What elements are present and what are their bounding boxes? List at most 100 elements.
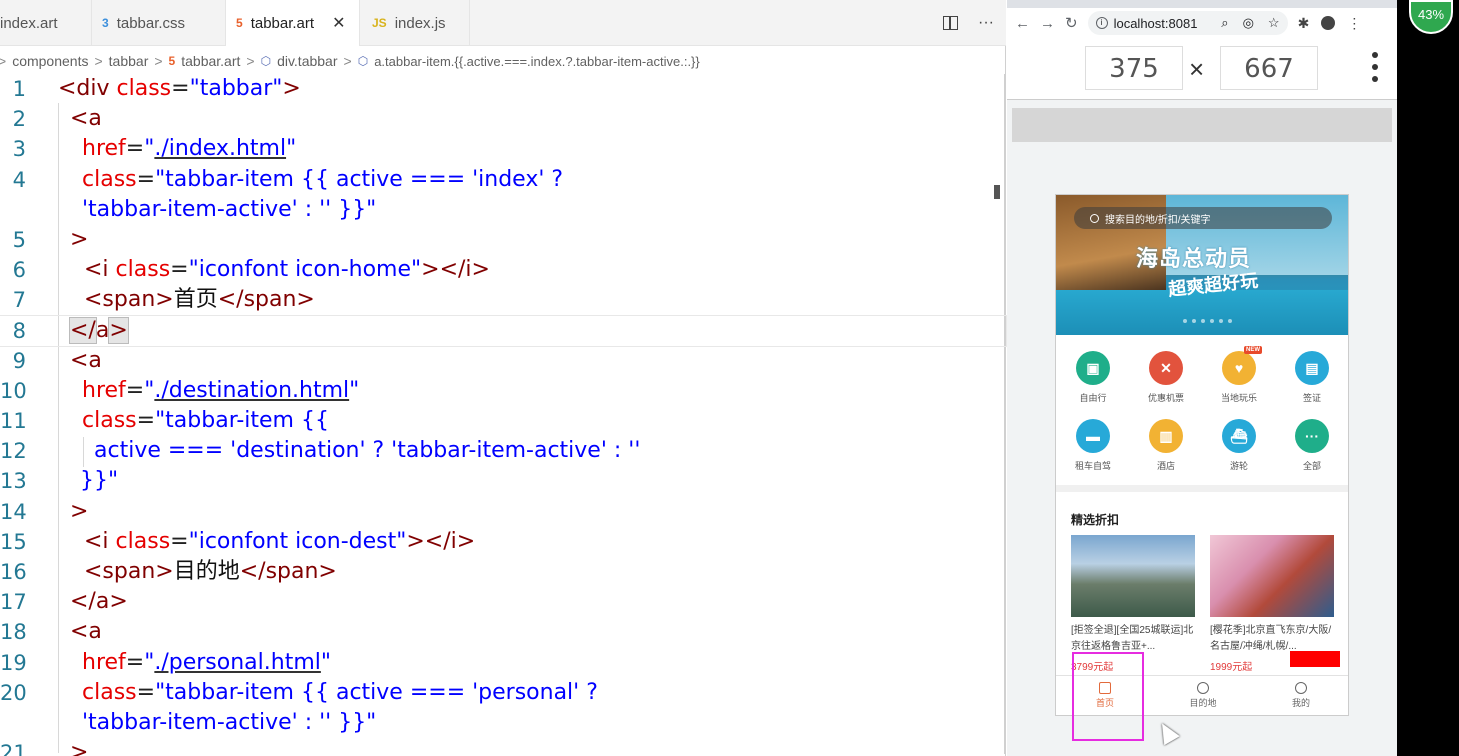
- eye-slash-icon[interactable]: ◎: [1243, 15, 1254, 31]
- split-editor-icon[interactable]: [943, 16, 959, 30]
- code-line: 21 >: [0, 738, 1006, 756]
- code-text: >: [70, 498, 89, 524]
- category-item[interactable]: ··· 全部: [1275, 419, 1348, 472]
- times-icon: ×: [1189, 54, 1205, 84]
- tab-destination[interactable]: 目的地: [1154, 682, 1252, 709]
- tab-index-js[interactable]: JS index.js: [360, 0, 470, 46]
- suitcase-icon: ▣: [1076, 351, 1110, 385]
- chevron-right-icon: >: [154, 53, 163, 69]
- deal-image: [1071, 535, 1195, 617]
- line-number: 5: [12, 227, 26, 252]
- code-text: >: [70, 226, 89, 252]
- browser-tab-strip: [1007, 0, 1397, 8]
- more-options-icon[interactable]: [1372, 52, 1380, 88]
- category-label: 租车自驾: [1074, 461, 1111, 471]
- breadcrumb-item[interactable]: tabbar.art: [181, 53, 240, 69]
- code-text: <i class="iconfont icon-home"></i>: [84, 257, 490, 283]
- search-bar[interactable]: 搜索目的地/折扣/关键字: [1074, 207, 1332, 229]
- tab-tabbar-css[interactable]: 3 tabbar.css: [92, 0, 226, 46]
- toolbar-icons: ✱ ⋮: [1298, 15, 1362, 32]
- line-number: 1: [12, 77, 26, 101]
- code-text: href="./destination.html": [82, 377, 360, 403]
- line-number: 8: [12, 318, 26, 343]
- code-text: >: [70, 740, 89, 756]
- line-number: 12: [0, 439, 27, 464]
- car-icon: ▬: [1076, 419, 1110, 453]
- code-line-current: 8 </a>: [0, 314, 1007, 347]
- chevron-right-icon: >: [246, 53, 255, 69]
- code-line: 12 active === 'destination' ? 'tabbar-it…: [0, 436, 1006, 466]
- code-line: 7 <span>首页</span>: [0, 285, 1006, 315]
- line-number: 19: [0, 650, 27, 675]
- section-title: 精选折扣: [1071, 513, 1120, 527]
- code-text: class="tabbar-item {{ active === 'person…: [82, 679, 598, 705]
- line-number: 18: [0, 620, 27, 645]
- chevron-right-icon: >: [0, 53, 7, 69]
- tab-tabbar-art[interactable]: 5 tabbar.art ✕: [226, 0, 360, 46]
- category-item[interactable]: ▬ 租车自驾: [1056, 419, 1130, 472]
- address-bar[interactable]: i localhost:8081 ⌕ ◎ ☆: [1087, 11, 1288, 35]
- zoom-icon[interactable]: ⌕: [1221, 15, 1228, 31]
- code-text: class="tabbar-item {{ active === 'index'…: [82, 166, 564, 192]
- code-line: 6 <i class="iconfont icon-home"></i>: [0, 255, 1006, 285]
- breadcrumb-item[interactable]: a.tabbar-item.{{.active.===.index.?.tabb…: [374, 54, 700, 69]
- width-input[interactable]: 375: [1085, 46, 1183, 90]
- line-number: 20: [0, 680, 27, 705]
- reload-icon[interactable]: ↻: [1065, 14, 1078, 32]
- chevron-right-icon: >: [94, 53, 103, 69]
- ship-icon: ⛴: [1222, 419, 1256, 453]
- breadcrumb-item[interactable]: tabbar: [109, 53, 149, 69]
- code-text: <a: [70, 347, 102, 373]
- tab-label: 目的地: [1189, 698, 1217, 708]
- code-text: active === 'destination' ? 'tabbar-item-…: [94, 438, 641, 464]
- forward-icon[interactable]: →: [1040, 15, 1055, 32]
- code-line: 11 class="tabbar-item {{: [0, 406, 1006, 436]
- line-number: 2: [12, 107, 26, 132]
- tab-label: tabbar.art: [250, 14, 315, 32]
- height-input[interactable]: 667: [1220, 46, 1318, 90]
- line-number: 9: [12, 348, 26, 373]
- back-icon[interactable]: ←: [1015, 15, 1030, 32]
- deal-image: [1210, 535, 1334, 617]
- more-actions-icon[interactable]: ···: [978, 14, 994, 32]
- tab-label: tabbar.css: [116, 14, 186, 32]
- search-placeholder: 搜索目的地/折扣/关键字: [1105, 214, 1211, 226]
- extensions-icon[interactable]: ✱: [1298, 15, 1310, 32]
- category-item[interactable]: ⛴ 游轮: [1202, 419, 1276, 472]
- tab-personal[interactable]: 我的: [1252, 682, 1348, 709]
- breadcrumb-item[interactable]: div.tabbar: [277, 53, 337, 69]
- category-label: 自由行: [1079, 393, 1107, 403]
- profile-icon[interactable]: [1321, 16, 1336, 30]
- category-item[interactable]: ▤ 签证: [1275, 351, 1348, 404]
- code-line: 5 >: [0, 225, 1006, 255]
- category-item[interactable]: ✕ 优惠机票: [1129, 351, 1203, 404]
- category-label: 游轮: [1229, 461, 1248, 471]
- star-icon[interactable]: ☆: [1268, 15, 1280, 31]
- breadcrumb-item[interactable]: components: [12, 53, 88, 69]
- code-line: 18 <a: [0, 617, 1006, 647]
- plane-icon: ✕: [1149, 351, 1183, 385]
- category-item[interactable]: ♥ NEW 当地玩乐: [1202, 346, 1276, 404]
- category-item[interactable]: ▣ 自由行: [1056, 351, 1130, 404]
- banner-image[interactable]: 搜索目的地/折扣/关键字 海岛总动员 超爽超好玩: [1056, 195, 1348, 335]
- code-text: href="./index.html": [82, 136, 297, 162]
- category-label: 优惠机票: [1147, 393, 1184, 403]
- tab-label: index.art: [0, 14, 58, 32]
- code-line: 16 <span>目的地</span>: [0, 557, 1006, 587]
- code-text: <a: [70, 619, 102, 645]
- cube-icon: ⬡: [260, 54, 272, 68]
- category-item[interactable]: ▥ 酒店: [1129, 419, 1203, 472]
- code-area[interactable]: 1 <div class="tabbar"> 2 <a 3 href="./in…: [0, 74, 1007, 756]
- line-number: 15: [0, 529, 27, 554]
- code-line: 19 href="./personal.html": [0, 648, 1006, 678]
- line-number: 16: [0, 560, 27, 584]
- code-text: 'tabbar-item-active' : '' }}": [82, 196, 377, 222]
- menu-icon[interactable]: ⋮: [1347, 15, 1361, 32]
- tab-index-art[interactable]: index.art: [0, 0, 92, 46]
- discount-badge: [1290, 651, 1340, 667]
- line-number: 10: [0, 378, 27, 403]
- close-icon[interactable]: ✕: [332, 13, 345, 33]
- line-number: 7: [12, 288, 26, 313]
- info-icon[interactable]: i: [1095, 17, 1108, 29]
- url-text: localhost:8081: [1113, 15, 1198, 31]
